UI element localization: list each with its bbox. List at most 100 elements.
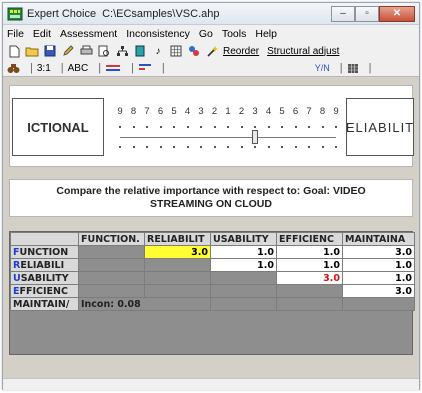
file-path: C:\ECsamples\VSC.ahp	[102, 7, 220, 20]
menu-inconsistency[interactable]: Inconsistency	[126, 28, 190, 40]
slider-thumb[interactable]	[252, 130, 258, 144]
menu-help[interactable]: Help	[255, 28, 277, 40]
row-header[interactable]: EFFICIENC	[10, 284, 79, 298]
open-folder-icon[interactable]	[25, 45, 39, 58]
matrix-cell[interactable]: 1.0	[276, 258, 343, 272]
scale-number: 9	[333, 106, 339, 117]
matrix-cell-inverted[interactable]: 3.0	[276, 271, 343, 285]
document-icon[interactable]	[133, 45, 147, 58]
slider-track[interactable]	[120, 137, 336, 138]
matrix-view-icon[interactable]	[347, 63, 359, 74]
scale-tick	[186, 126, 189, 128]
table-row: FUNCTION 3.0 1.0 1.0 3.0	[10, 245, 415, 259]
column-header[interactable]: RELIABILIT	[144, 232, 211, 246]
minimize-button[interactable]: –	[331, 5, 355, 22]
matrix-cell[interactable]: 3.0	[342, 245, 415, 259]
title-bar: Expert Choice C:\ECsamples\VSC.ahp – ▫ ✕	[3, 3, 419, 25]
row-header[interactable]: USABILITY	[10, 271, 79, 285]
scale-tick	[227, 126, 229, 128]
column-header[interactable]: USABILITY	[210, 232, 277, 246]
scale-tick	[119, 126, 121, 128]
comparison-matrix: FUNCTION. RELIABILIT USABILITY EFFICIENC…	[9, 231, 415, 355]
scale-tick	[200, 146, 202, 148]
print-preview-icon[interactable]	[97, 45, 111, 58]
menu-assessment[interactable]: Assessment	[60, 28, 117, 40]
scale-number: 7	[306, 106, 312, 117]
matrix-cell[interactable]: 1.0	[342, 271, 415, 285]
scale-tick	[159, 146, 162, 148]
matrix-cell[interactable]: 3.0	[342, 284, 415, 298]
verbal-mode-button[interactable]: ABC	[68, 63, 89, 74]
binoculars-icon[interactable]	[7, 63, 20, 74]
window-controls: – ▫ ✕	[331, 5, 415, 22]
matrix-cell[interactable]: 1.0	[210, 245, 277, 259]
music-note-icon[interactable]: ♪	[151, 45, 165, 58]
scale-dots-top	[119, 126, 337, 134]
scale-tick	[146, 146, 148, 148]
scale-number: 5	[279, 106, 285, 117]
grid-icon[interactable]	[169, 45, 183, 58]
matrix-cell	[342, 297, 415, 311]
pencil-icon[interactable]	[61, 45, 75, 58]
matrix-cell	[210, 297, 277, 311]
new-file-icon[interactable]	[7, 45, 21, 58]
matrix-cell[interactable]: 1.0	[210, 258, 277, 272]
menu-go[interactable]: Go	[199, 28, 213, 40]
scale-tick	[321, 146, 324, 148]
scale-number: 8	[130, 106, 137, 117]
toolbar-separator: |	[98, 62, 102, 74]
structural-adjust-button[interactable]: Structural adjust	[267, 46, 339, 57]
graphical-mode-icon[interactable]	[105, 64, 121, 73]
menu-edit[interactable]: Edit	[33, 28, 51, 40]
column-header[interactable]: MAINTAINA	[342, 232, 415, 246]
menu-file[interactable]: File	[7, 28, 24, 40]
matrix-table: FUNCTION. RELIABILIT USABILITY EFFICIENC…	[10, 232, 415, 311]
scale-number: 6	[157, 106, 164, 117]
scale-tick	[173, 126, 175, 128]
status-bar	[3, 378, 419, 390]
matrix-cell	[78, 284, 145, 298]
scale-tick	[186, 146, 189, 148]
reorder-button[interactable]: Reorder	[223, 46, 259, 57]
close-button[interactable]: ✕	[379, 5, 415, 22]
matrix-cell[interactable]: 1.0	[276, 245, 343, 259]
column-header[interactable]: FUNCTION.	[78, 232, 145, 246]
scale-tick	[335, 126, 337, 128]
yes-no-mode-button[interactable]: Y/N	[315, 63, 330, 73]
scale-number: 2	[211, 106, 218, 117]
row-header[interactable]: FUNCTION	[10, 245, 79, 259]
matrix-cell	[210, 284, 277, 298]
matrix-cell	[144, 258, 211, 272]
scale-tick	[281, 146, 283, 148]
menu-tools[interactable]: Tools	[222, 28, 247, 40]
wand-icon[interactable]	[205, 45, 219, 58]
matrix-cell-selected[interactable]: 3.0	[144, 245, 211, 259]
toolbar-separator: |	[339, 62, 343, 74]
scale-tick	[240, 146, 243, 148]
scale-tick	[132, 126, 135, 128]
scale-tick	[254, 146, 256, 148]
print-icon[interactable]	[79, 45, 93, 58]
scale-number: 6	[292, 106, 299, 117]
row-header[interactable]: MAINTAIN/	[10, 297, 79, 311]
scale-tick	[267, 146, 270, 148]
row-header[interactable]: RELIABILI	[10, 258, 79, 272]
save-icon[interactable]	[43, 45, 57, 58]
scale-dots-bottom	[119, 146, 337, 154]
hierarchy-icon[interactable]	[115, 45, 129, 58]
toolbar-separator: |	[161, 62, 165, 74]
toolbar-separator: |	[131, 62, 134, 74]
matrix-cell	[78, 271, 145, 285]
model-icon[interactable]	[187, 45, 201, 58]
matrix-cell	[144, 271, 211, 285]
scale-number: 8	[319, 106, 326, 117]
window-title: Expert Choice C:\ECsamples\VSC.ahp	[27, 8, 331, 20]
column-header[interactable]: EFFICIENC	[276, 232, 343, 246]
expert-choice-app-icon	[7, 7, 23, 21]
numerical-mode-button[interactable]: 3:1	[37, 63, 51, 74]
matrix-cell[interactable]: 1.0	[342, 258, 415, 272]
maximize-button[interactable]: ▫	[355, 5, 379, 22]
questionnaire-mode-icon[interactable]	[138, 63, 152, 73]
matrix-corner	[10, 232, 79, 246]
scale-tick	[227, 146, 229, 148]
